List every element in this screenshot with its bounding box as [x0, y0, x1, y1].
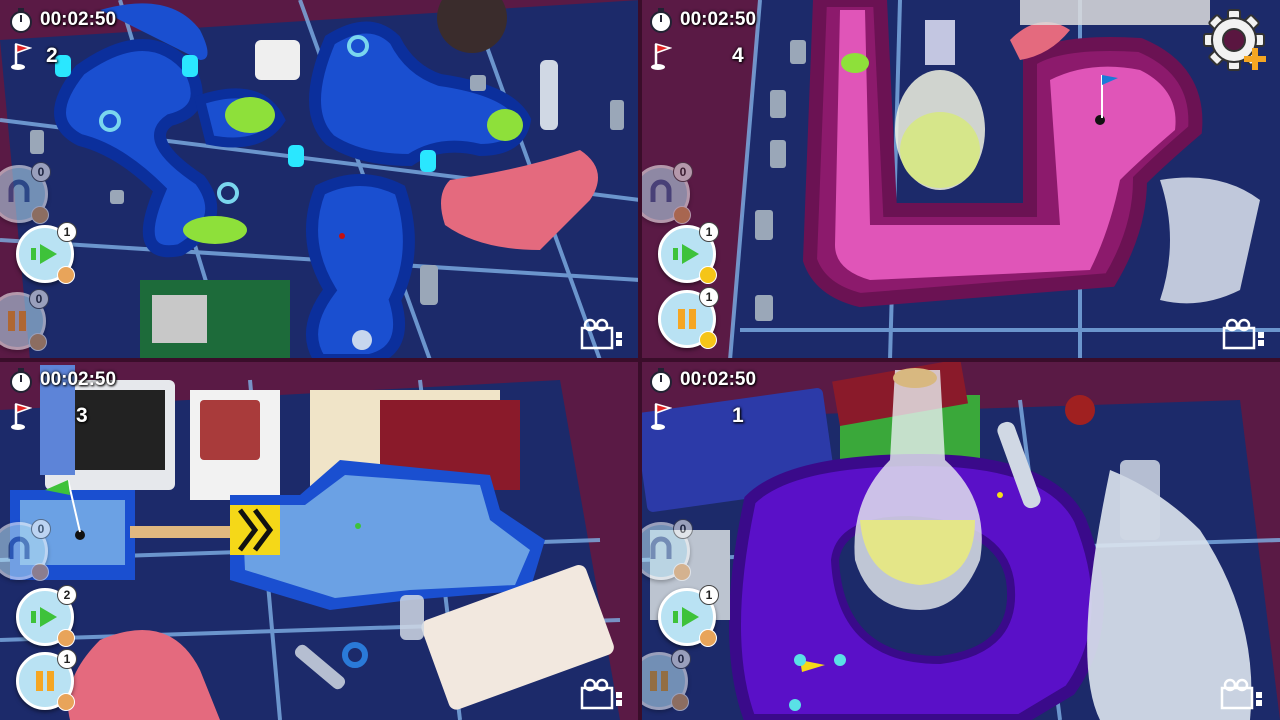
stopwatch-icon [650, 368, 672, 393]
powerup-count: 1 [699, 222, 719, 242]
powerup-key-hint [57, 629, 75, 647]
strokes-hud: 4 [650, 40, 772, 72]
dash-powerup-button[interactable]: 1 [16, 222, 77, 284]
pause-powerup-button[interactable]: 0 [0, 289, 49, 351]
magnet-powerup-button[interactable]: 0 [640, 519, 693, 581]
magnet-powerup-button[interactable]: 0 [0, 162, 51, 224]
dash-powerup-button[interactable]: 1 [658, 222, 719, 284]
powerup-key-hint [31, 563, 49, 581]
stopwatch-icon [650, 8, 672, 33]
powerup-count: 1 [699, 287, 719, 307]
powerup-count: 0 [31, 162, 51, 182]
stroke-count: 3 [76, 404, 88, 427]
timer-text: 00:02:50 [40, 369, 117, 390]
course-scene [0, 0, 640, 360]
powerup-count: 0 [671, 649, 691, 669]
powerup-key-hint [671, 693, 689, 711]
powerup-key-hint [673, 206, 691, 224]
timer-hud: 00:02:50 [8, 6, 116, 34]
powerup-count: 2 [57, 585, 77, 605]
split-divider-horizontal [0, 358, 1280, 362]
powerup-key-hint [699, 331, 717, 349]
powerup-count: 1 [57, 222, 77, 242]
strokes-hud: 3 [10, 400, 116, 432]
powerup-key-hint [699, 629, 717, 647]
powerup-count: 1 [699, 585, 719, 605]
powerup-key-hint [29, 333, 47, 351]
timer-text: 00:02:50 [40, 9, 117, 30]
camera-icon[interactable] [580, 678, 628, 710]
pause-powerup-button[interactable]: 1 [658, 287, 719, 349]
powerup-key-hint [673, 563, 691, 581]
stroke-count: 1 [732, 404, 744, 427]
timer-text: 00:02:50 [680, 369, 757, 390]
powerup-count: 0 [29, 289, 49, 309]
pause-powerup-button[interactable]: 0 [640, 649, 691, 711]
player-1-view: 00:02:50 2 0 1 0 [0, 0, 640, 360]
timer-hud: 00:02:50 [648, 366, 756, 394]
stroke-count: 2 [46, 44, 58, 67]
golf-flag-icon [651, 403, 672, 430]
stroke-count: 4 [732, 44, 744, 67]
camera-icon[interactable] [1222, 318, 1270, 350]
gear-plus-icon[interactable] [1200, 6, 1274, 80]
magnet-powerup-button[interactable]: 0 [0, 519, 51, 581]
magnet-powerup-button[interactable]: 0 [640, 162, 693, 224]
timer-text: 00:02:50 [680, 9, 757, 30]
camera-icon[interactable] [1220, 678, 1268, 710]
golf-flag-icon [651, 43, 672, 70]
strokes-hud: 1 [650, 400, 772, 432]
stopwatch-icon [10, 368, 32, 393]
stopwatch-icon [10, 8, 32, 33]
timer-hud: 00:02:50 [648, 6, 756, 34]
powerup-count: 1 [57, 649, 77, 669]
powerup-key-hint [31, 206, 49, 224]
powerup-count: 0 [673, 162, 693, 182]
player-2-view: 00:02:50 4 0 1 1 [640, 0, 1280, 360]
powerup-key-hint [57, 693, 75, 711]
powerup-count: 0 [673, 519, 693, 539]
splitscreen-game: 00:02:50 2 0 1 0 00:02:50 4 0 1 1 00:02:… [0, 0, 1280, 720]
powerup-key-hint [699, 266, 717, 284]
dash-powerup-button[interactable]: 2 [16, 585, 77, 647]
pause-powerup-button[interactable]: 1 [16, 649, 77, 711]
golf-flag-icon [11, 43, 32, 70]
camera-icon[interactable] [580, 318, 628, 350]
player-4-view: 00:02:50 1 0 1 0 [640, 360, 1280, 720]
dash-powerup-button[interactable]: 1 [658, 585, 719, 647]
powerup-key-hint [57, 266, 75, 284]
timer-hud: 00:02:50 [8, 366, 116, 394]
player-3-view: 00:02:50 3 0 2 1 [0, 360, 640, 720]
golf-flag-icon [11, 403, 32, 430]
powerup-count: 0 [31, 519, 51, 539]
strokes-hud: 2 [10, 40, 86, 72]
